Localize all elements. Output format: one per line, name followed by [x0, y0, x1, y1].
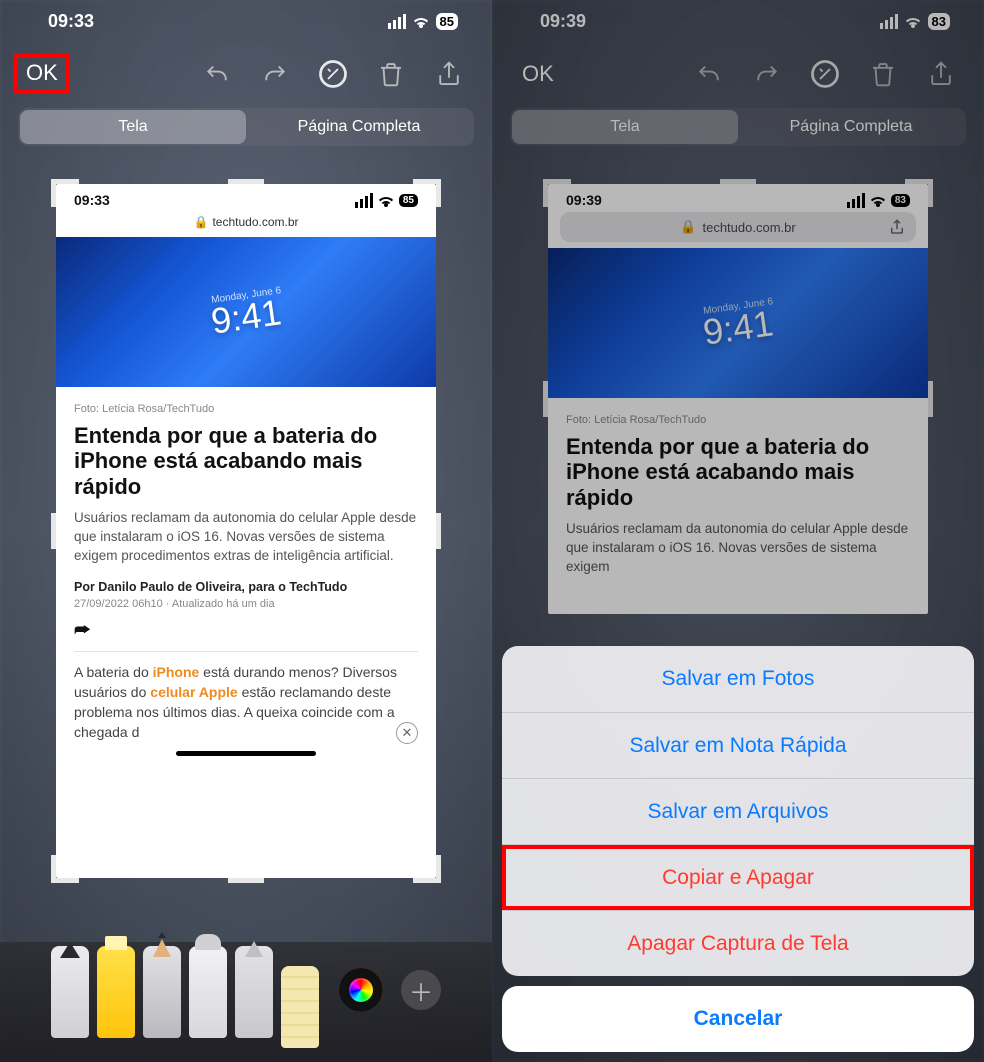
article-lead: Usuários reclamam da autonomia do celula…: [74, 509, 418, 566]
signal-icon: [388, 14, 406, 29]
article-byline: Por Danilo Paulo de Oliveira, para o Tec…: [74, 580, 418, 594]
crop-handle-bottom-right[interactable]: [413, 855, 441, 883]
tab-full-page[interactable]: Página Completa: [246, 110, 472, 144]
photo-caption: Foto: Letícia Rosa/TechTudo: [74, 403, 418, 415]
crop-handle-top-right[interactable]: [413, 179, 441, 207]
save-quick-note-button[interactable]: Salvar em Nota Rápida: [502, 712, 974, 778]
battery-indicator: 85: [436, 13, 458, 30]
crop-handle-right[interactable]: [436, 513, 441, 549]
mini-url: 🔒 techtudo.com.br: [56, 212, 436, 237]
wifi-icon: [412, 14, 430, 28]
crop-handle-bottom[interactable]: [228, 878, 264, 883]
screenshot-editor-left: 09:33 85 OK Tela Página Completa: [0, 0, 492, 1062]
add-tool-button[interactable]: ＋: [401, 970, 441, 1010]
close-ad-icon: ✕: [396, 722, 418, 744]
tool-highlighter[interactable]: [97, 946, 135, 1038]
editor-toolbar: OK: [0, 42, 492, 106]
done-button[interactable]: OK: [14, 54, 70, 94]
lock-icon: 🔒: [194, 215, 209, 229]
action-sheet-options: Salvar em Fotos Salvar em Nota Rápida Sa…: [502, 646, 974, 976]
hero-clock: 9:41: [209, 294, 284, 339]
mini-signal-icon: [355, 193, 373, 208]
share-icon[interactable]: [424, 49, 474, 99]
trash-icon[interactable]: [366, 49, 416, 99]
undo-icon[interactable]: [192, 49, 242, 99]
home-indicator: [176, 751, 316, 756]
article-body: A bateria do iPhone está durando menos? …: [74, 662, 418, 743]
screenshot-preview[interactable]: 09:33 85 🔒 techtudo.com.br Monday, June …: [56, 184, 436, 878]
mini-wifi-icon: [377, 193, 395, 207]
delete-screenshot-button[interactable]: Apagar Captura de Tela: [502, 910, 974, 976]
save-to-files-button[interactable]: Salvar em Arquivos: [502, 778, 974, 844]
status-time: 09:33: [48, 11, 94, 32]
redo-icon[interactable]: [250, 49, 300, 99]
tool-pencil[interactable]: [143, 946, 181, 1038]
crop-handle-bottom-left[interactable]: [51, 855, 79, 883]
copy-and-delete-button[interactable]: Copiar e Apagar: [502, 844, 974, 910]
mini-status-time: 09:33: [74, 192, 110, 208]
tool-ruler[interactable]: [281, 966, 319, 1048]
markup-tool-tray: ＋: [0, 942, 492, 1062]
crop-handle-top[interactable]: [228, 179, 264, 184]
divider: [74, 651, 418, 652]
article-headline: Entenda por que a bateria do iPhone está…: [74, 423, 418, 499]
article-share-icon: ⮫: [74, 620, 418, 641]
article-dateline: 27/09/2022 06h10 · Atualizado há um dia: [74, 598, 418, 610]
action-sheet: Salvar em Fotos Salvar em Nota Rápida Sa…: [502, 646, 974, 1052]
color-picker[interactable]: [339, 968, 383, 1012]
save-to-photos-button[interactable]: Salvar em Fotos: [502, 646, 974, 712]
status-bar: 09:33 85: [0, 0, 492, 42]
screenshot-editor-right: 09:39 83 OK Tela Página Completa: [492, 0, 984, 1062]
tool-eraser[interactable]: [189, 946, 227, 1038]
captured-page: 09:33 85 🔒 techtudo.com.br Monday, June …: [56, 184, 436, 878]
article-hero: Monday, June 6 9:41: [56, 237, 436, 387]
markup-icon[interactable]: [308, 49, 358, 99]
tab-screen[interactable]: Tela: [20, 110, 246, 144]
crop-handle-top-left[interactable]: [51, 179, 79, 207]
tool-lasso[interactable]: [235, 946, 273, 1038]
crop-handle-left[interactable]: [51, 513, 56, 549]
segmented-control: Tela Página Completa: [18, 108, 474, 146]
cancel-button[interactable]: Cancelar: [502, 986, 974, 1052]
tool-pen[interactable]: [51, 946, 89, 1038]
